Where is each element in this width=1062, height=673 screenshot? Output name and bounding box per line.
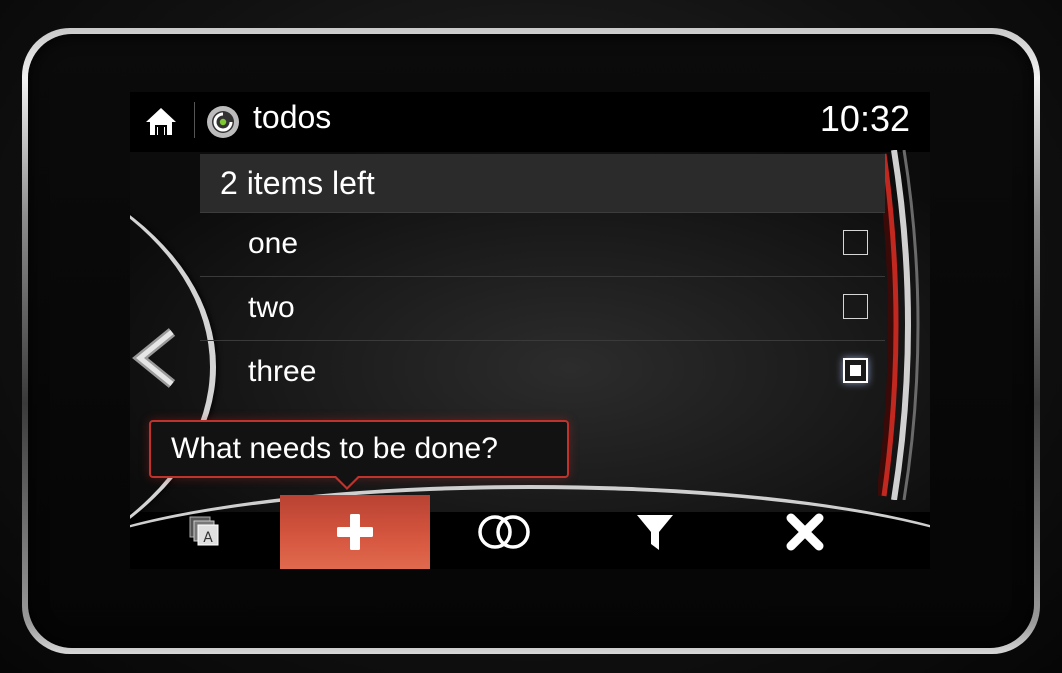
list-item-checkbox[interactable] <box>843 294 868 319</box>
todo-list: 2 items left one two three <box>200 154 885 404</box>
header-divider <box>194 102 195 138</box>
header-bar: todos 10:32 <box>130 92 930 152</box>
list-item[interactable]: one <box>200 213 885 277</box>
bubble-tail-inner <box>335 475 359 487</box>
list-item-checkbox[interactable] <box>843 358 868 383</box>
filter-icon <box>637 515 673 550</box>
app-logo-icon <box>207 106 239 138</box>
filter-button[interactable] <box>580 495 730 569</box>
new-todo-bubble <box>149 420 569 478</box>
scrollbar[interactable] <box>878 150 930 500</box>
bottom-toolbar: A <box>130 495 930 569</box>
svg-text:A: A <box>203 530 213 546</box>
toggle-all-icon <box>478 515 530 549</box>
text-size-icon: A <box>189 516 219 546</box>
home-icon[interactable] <box>144 104 178 138</box>
clock: 10:32 <box>819 98 910 139</box>
screen: todos 10:32 2 items left one two three W… <box>130 92 930 569</box>
items-left-count: 2 items left <box>200 154 885 213</box>
new-todo-input[interactable] <box>151 422 567 476</box>
list-item-label: three <box>248 355 317 388</box>
add-button[interactable] <box>280 495 430 569</box>
clear-completed-button[interactable] <box>730 495 880 569</box>
app-title: todos <box>253 99 332 135</box>
back-chevron-icon[interactable] <box>132 328 180 388</box>
text-size-button[interactable]: A <box>130 495 280 569</box>
close-icon <box>786 513 824 551</box>
toggle-all-button[interactable] <box>430 495 580 569</box>
list-item-label: one <box>248 227 299 260</box>
list-item[interactable]: three <box>200 341 885 404</box>
list-item-label: two <box>248 291 295 324</box>
list-item-checkbox[interactable] <box>843 230 868 255</box>
plus-icon <box>337 514 373 550</box>
list-item[interactable]: two <box>200 277 885 341</box>
